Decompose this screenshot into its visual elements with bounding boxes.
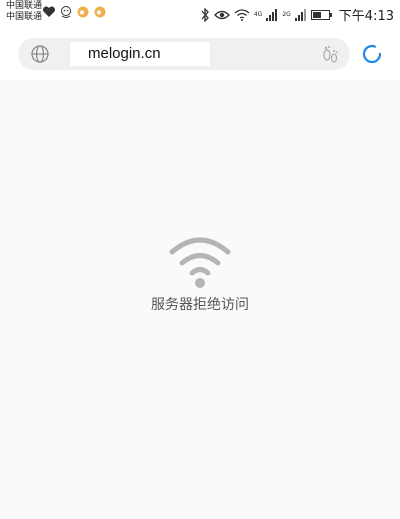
url-input[interactable]: melogin.cn xyxy=(70,42,210,66)
carrier-line-1: 中国联通 xyxy=(6,1,43,11)
network-type-label-1: 4G xyxy=(253,11,263,18)
carrier-info: 中国联通 中国联通 xyxy=(6,1,42,23)
refresh-icon[interactable] xyxy=(360,42,384,66)
network-type-label-2: 2G xyxy=(282,11,291,18)
status-right-icons: 4G 2G 下午4:13 xyxy=(200,5,394,24)
heart-icon xyxy=(42,6,56,17)
battery-icon xyxy=(310,9,332,20)
signal-icon-2 xyxy=(294,8,306,21)
wifi-status-icon xyxy=(234,8,250,21)
error-message: 服务器拒绝访问 xyxy=(151,297,249,313)
browser-toolbar: melogin.cn xyxy=(0,28,400,80)
wifi-error-icon xyxy=(169,237,231,288)
status-time: 下午4:13 xyxy=(338,9,394,24)
globe-icon xyxy=(31,45,49,63)
weibo-icon-2 xyxy=(94,6,106,18)
status-bar: 中国联通 中国联通 4G 2G 下午4:13 xyxy=(0,0,400,28)
carrier-line-2: 中国联通 xyxy=(6,12,43,22)
weibo-icon xyxy=(77,6,89,18)
address-bar[interactable]: melogin.cn xyxy=(18,38,350,70)
bluetooth-icon xyxy=(201,7,209,22)
signal-icon xyxy=(266,8,278,21)
notification-icons xyxy=(42,5,107,19)
eye-icon xyxy=(213,10,230,19)
error-page: 服务器拒绝访问 xyxy=(0,80,400,519)
qq-icon xyxy=(61,6,71,18)
footprint-icon[interactable] xyxy=(320,44,340,64)
